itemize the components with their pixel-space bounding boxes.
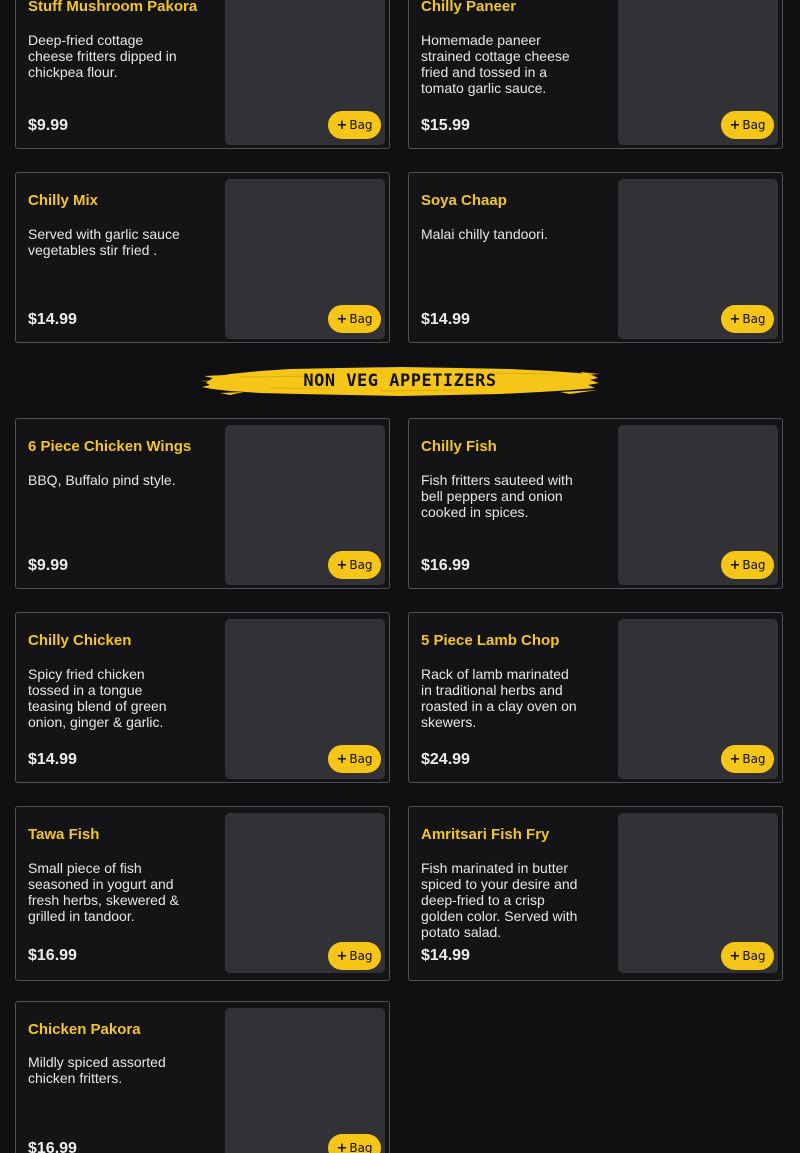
item-name: Chilly Fish [421, 438, 497, 455]
menu-item-card[interactable]: Chilly Paneer Homemade paneer strained c… [408, 0, 783, 149]
menu-item-card[interactable]: Chicken Pakora Mildly spiced assorted ch… [15, 1001, 390, 1153]
item-price: $9.99 [28, 557, 69, 574]
bag-label: Bag [742, 949, 766, 963]
add-to-bag-button[interactable]: + Bag [328, 111, 381, 139]
item-name: Amritsari Fish Fry [421, 826, 550, 843]
item-description: Mildly spiced assorted chicken fritters. [28, 1054, 166, 1086]
item-price: $14.99 [421, 947, 470, 964]
item-price: $14.99 [28, 751, 77, 768]
item-name: 6 Piece Chicken Wings [28, 438, 192, 455]
item-price: $16.99 [28, 947, 77, 964]
item-name: Chilly Paneer [421, 0, 517, 15]
bag-label: Bag [349, 312, 373, 326]
add-to-bag-button[interactable]: + Bag [721, 551, 774, 579]
menu-item-card[interactable]: Tawa Fish Small piece of fish seasoned i… [15, 806, 390, 981]
menu-item-card[interactable]: Soya Chaap Malai chilly tandoori. $14.99… [408, 172, 783, 343]
plus-icon: + [729, 948, 741, 964]
plus-icon: + [336, 557, 348, 573]
item-price: $14.99 [28, 311, 77, 328]
item-name: Chicken Pakora [28, 1021, 141, 1038]
item-price: $16.99 [421, 557, 470, 574]
bag-label: Bag [742, 118, 766, 132]
item-description: Malai chilly tandoori. [421, 226, 548, 242]
menu-item-card[interactable]: Chilly Mix Served with garlic sauce vege… [15, 172, 390, 343]
plus-icon: + [729, 557, 741, 573]
menu-item-card[interactable]: Amritsari Fish Fry Fish marinated in but… [408, 806, 783, 981]
bag-label: Bag [349, 118, 373, 132]
item-name: Chilly Chicken [28, 632, 132, 649]
plus-icon: + [336, 1140, 348, 1153]
item-name: Stuff Mushroom Pakora [28, 0, 198, 15]
menu-item-card[interactable]: 5 Piece Lamb Chop Rack of lamb marinated… [408, 612, 783, 783]
plus-icon: + [336, 311, 348, 327]
item-description: Fish fritters sauteed with bell peppers … [421, 472, 573, 520]
add-to-bag-button[interactable]: + Bag [328, 1134, 381, 1153]
add-to-bag-button[interactable]: + Bag [721, 111, 774, 139]
item-name: Soya Chaap [421, 192, 507, 209]
bag-label: Bag [742, 752, 766, 766]
item-price: $15.99 [421, 117, 470, 134]
item-description: BBQ, Buffalo pind style. [28, 472, 176, 488]
plus-icon: + [336, 117, 348, 133]
item-name: Chilly Mix [28, 192, 99, 209]
plus-icon: + [336, 751, 348, 767]
item-price: $16.99 [28, 1140, 77, 1153]
item-name: 5 Piece Lamb Chop [421, 632, 560, 649]
bag-label: Bag [349, 752, 373, 766]
menu-item-card[interactable]: Stuff Mushroom Pakora Deep-fried cottage… [15, 0, 390, 149]
section-banner: NON VEG APPETIZERS [200, 363, 600, 399]
plus-icon: + [729, 311, 741, 327]
plus-icon: + [336, 948, 348, 964]
add-to-bag-button[interactable]: + Bag [328, 305, 381, 333]
plus-icon: + [729, 117, 741, 133]
item-price: $9.99 [28, 117, 69, 134]
bag-label: Bag [742, 558, 766, 572]
add-to-bag-button[interactable]: + Bag [328, 942, 381, 970]
item-description: Rack of lamb marinated in traditional he… [421, 666, 577, 730]
item-price: $24.99 [421, 751, 470, 768]
add-to-bag-button[interactable]: + Bag [721, 942, 774, 970]
menu-item-card[interactable]: 6 Piece Chicken Wings BBQ, Buffalo pind … [15, 418, 390, 589]
bag-label: Bag [349, 1141, 373, 1153]
item-name: Tawa Fish [28, 826, 100, 843]
item-description: Deep-fried cottage cheese fritters dippe… [28, 32, 177, 80]
item-price: $14.99 [421, 311, 470, 328]
menu-item-card[interactable]: Chilly Chicken Spicy fried chicken tosse… [15, 612, 390, 783]
plus-icon: + [729, 751, 741, 767]
item-description: Small piece of fish seasoned in yogurt a… [28, 860, 179, 924]
item-description: Spicy fried chicken tossed in a tongue t… [28, 666, 167, 730]
bag-label: Bag [349, 558, 373, 572]
menu-item-card[interactable]: Chilly Fish Fish fritters sauteed with b… [408, 418, 783, 589]
add-to-bag-button[interactable]: + Bag [328, 745, 381, 773]
add-to-bag-button[interactable]: + Bag [328, 551, 381, 579]
section-title: NON VEG APPETIZERS [303, 371, 497, 391]
bag-label: Bag [742, 312, 766, 326]
add-to-bag-button[interactable]: + Bag [721, 745, 774, 773]
item-description: Fish marinated in butter spiced to your … [421, 860, 578, 940]
bag-label: Bag [349, 949, 373, 963]
item-description: Served with garlic sauce vegetables stir… [28, 226, 180, 258]
item-image[interactable] [225, 1008, 385, 1153]
add-to-bag-button[interactable]: + Bag [721, 305, 774, 333]
item-description: Homemade paneer strained cottage cheese … [421, 32, 570, 96]
